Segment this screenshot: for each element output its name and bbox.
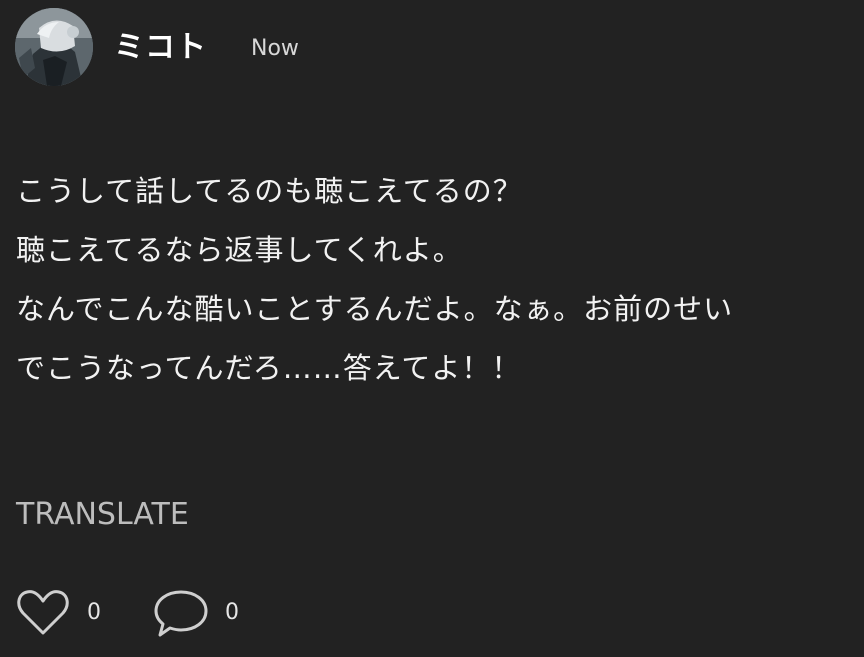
author-name[interactable]: ミコト bbox=[114, 28, 207, 68]
post-timestamp: Now bbox=[251, 36, 299, 61]
translate-button[interactable]: TRANSLATE bbox=[16, 492, 189, 538]
like-button[interactable]: 0 bbox=[15, 585, 101, 641]
post-card: ミコト Now こうして話してるのも聴こえてるの？ 聴こえてるなら返事してくれよ… bbox=[0, 0, 864, 657]
post-body-line: でこうなってんだろ……答えてよ！！ bbox=[16, 351, 522, 385]
speech-bubble-icon bbox=[153, 588, 209, 638]
post-body-line: 聴こえてるなら返事してくれよ。 bbox=[16, 233, 463, 267]
avatar[interactable] bbox=[15, 8, 93, 86]
comment-button[interactable]: 0 bbox=[153, 585, 239, 641]
heart-icon bbox=[15, 589, 71, 637]
like-count: 0 bbox=[87, 600, 101, 625]
post-body-line: こうして話してるのも聴こえてるの？ bbox=[16, 174, 523, 208]
avatar-image bbox=[15, 8, 93, 86]
post-body: こうして話してるのも聴こえてるの？ 聴こえてるなら返事してくれよ。 なんでこんな… bbox=[16, 162, 836, 398]
post-body-line: なんでこんな酷いことするんだよ。なぁ。お前のせい bbox=[16, 292, 734, 326]
comment-count: 0 bbox=[225, 600, 239, 625]
